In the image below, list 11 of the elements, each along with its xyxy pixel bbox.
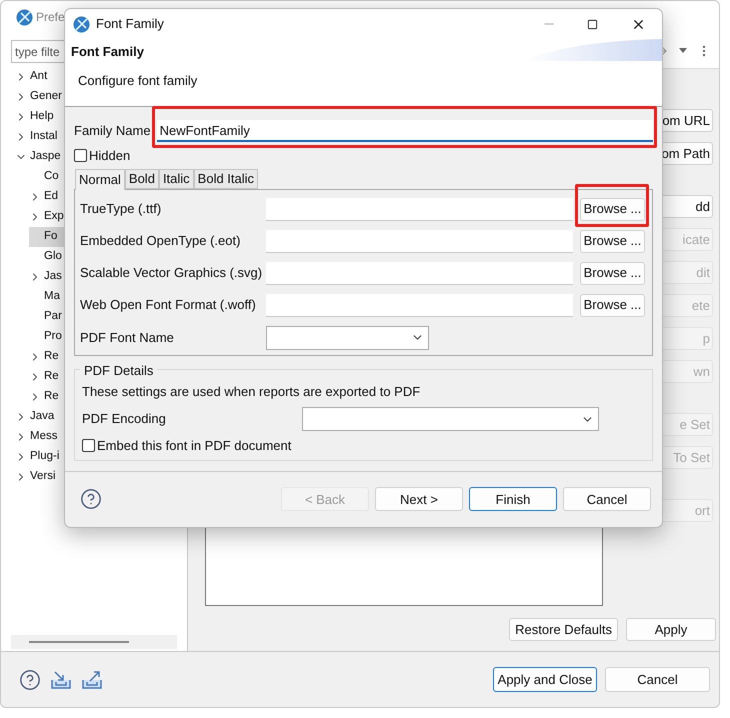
field-label: PDF Encoding	[82, 410, 167, 428]
field-label: Web Open Font Format (.woff)	[80, 296, 257, 314]
window-title: Prefe	[36, 9, 65, 26]
field-label: Scalable Vector Graphics (.svg)	[80, 264, 264, 282]
dialog-description: Configure font family	[78, 72, 198, 90]
field-label: Family Name	[74, 122, 151, 140]
group-description: These settings are used when reports are exported to PDF	[82, 382, 422, 401]
dialog-heading: Font Family	[71, 43, 144, 61]
field-label: TrueType (.ttf)	[80, 200, 162, 218]
field-label: PDF Font Name	[80, 328, 175, 347]
dialog-title: Font Family	[96, 15, 164, 34]
